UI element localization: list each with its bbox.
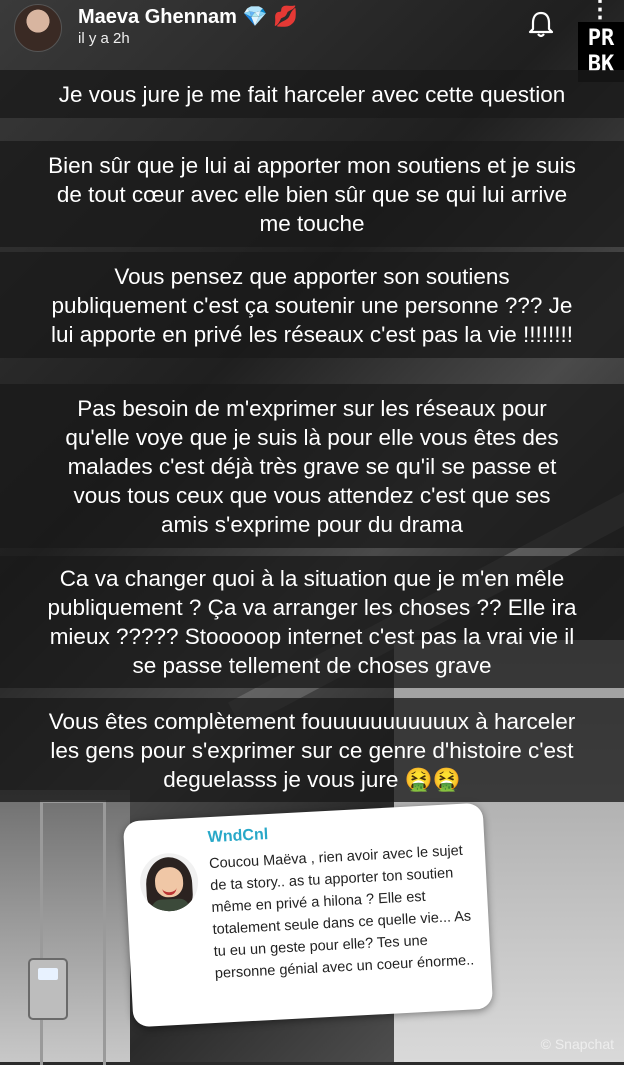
wall-intercom — [28, 958, 68, 1020]
question-sticker[interactable]: WndCnl Coucou Maëva , rien avoir avec le… — [122, 802, 494, 1028]
username[interactable]: Maeva Ghennam 💎 💋 — [78, 4, 298, 29]
caption-text: Je vous jure je me fait harceler avec ce… — [58, 81, 566, 107]
caption-text: Vous êtes complètement fouuuuuuuuuuux à … — [48, 708, 576, 792]
caption-5: Ca va changer quoi à la situation que je… — [0, 556, 624, 688]
caption-text: Bien sûr que je lui ai apporter mon sout… — [48, 152, 576, 236]
bitmoji-avatar — [138, 851, 200, 913]
caption-6: Vous êtes complètement fouuuuuuuuuuux à … — [0, 698, 624, 802]
caption-4: Pas besoin de m'exprimer sur les réseaux… — [0, 384, 624, 548]
caption-2: Bien sûr que je lui ai apporter mon sout… — [0, 141, 624, 247]
bell-icon[interactable] — [528, 10, 554, 38]
caption-text: Ca va changer quoi à la situation que je… — [47, 566, 577, 678]
caption-text: Vous pensez que apporter son soutiens pu… — [50, 263, 574, 347]
caption-text: Pas besoin de m'exprimer sur les réseaux… — [65, 395, 559, 537]
avatar[interactable] — [14, 4, 62, 52]
question-author: WndCnl — [207, 825, 269, 847]
door-frame — [40, 800, 106, 1065]
timestamp: il y a 2h — [78, 30, 130, 47]
caption-1: Je vous jure je me fait harceler avec ce… — [0, 70, 624, 118]
more-vertical-icon[interactable]: ⋮ — [588, 0, 612, 22]
snapchat-watermark: © Snapchat — [540, 1036, 614, 1052]
caption-3: Vous pensez que apporter son soutiens pu… — [0, 252, 624, 358]
question-text: Coucou Maëva , rien avoir avec le sujet … — [208, 842, 475, 982]
story-header: Maeva Ghennam 💎 💋 il y a 2h ⋮ PR BK — [0, 0, 624, 82]
